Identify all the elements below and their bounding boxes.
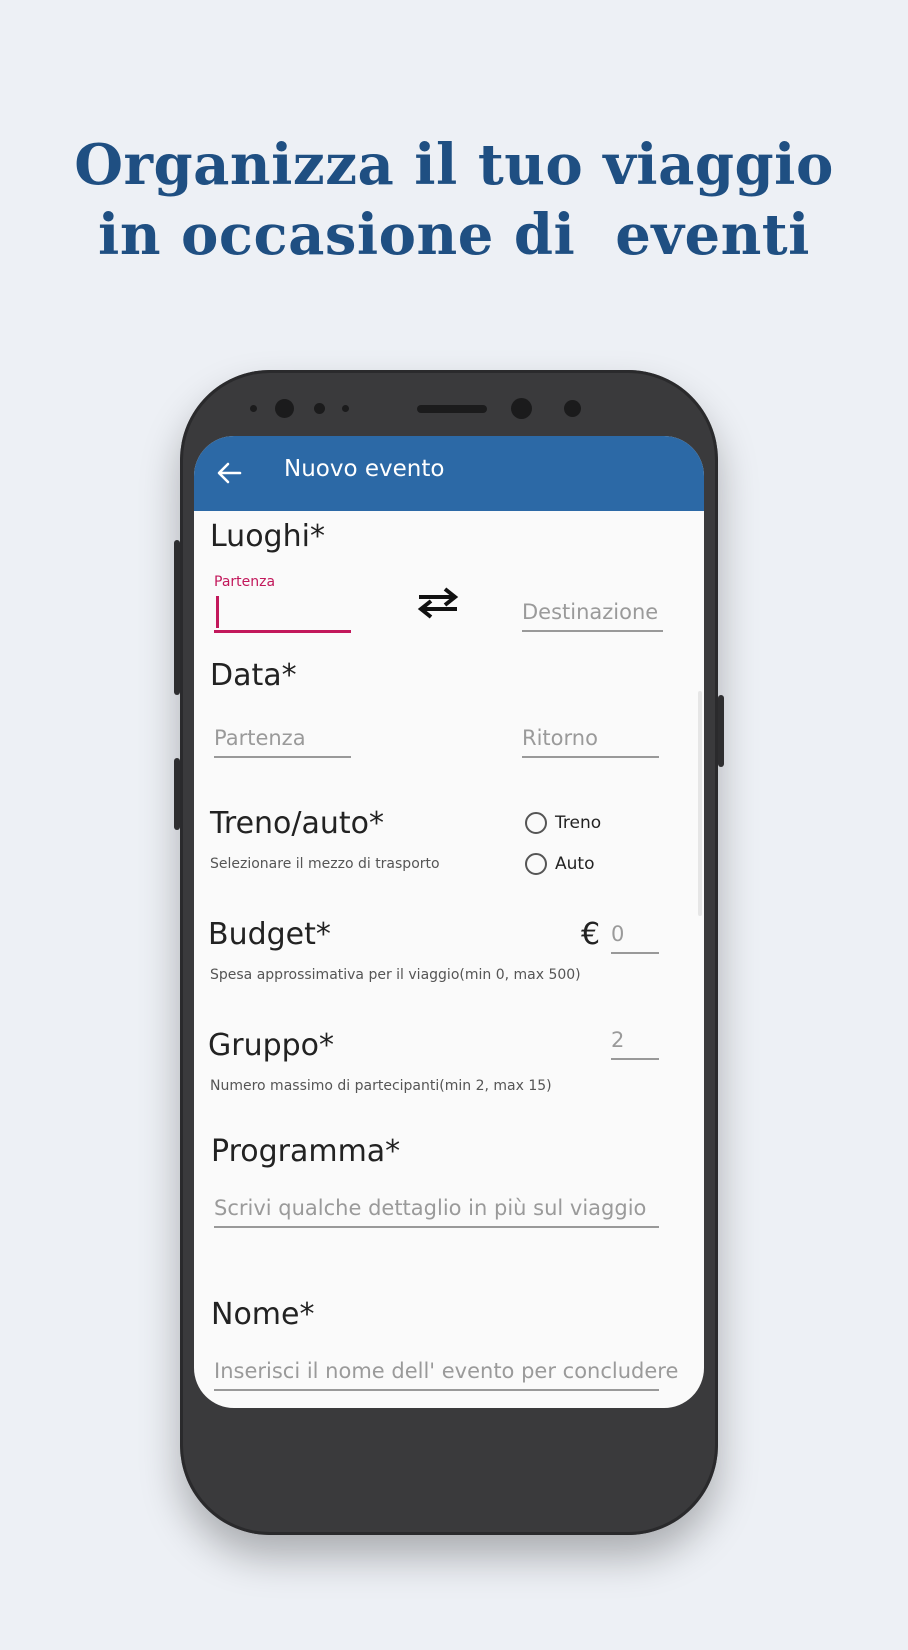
transport-hint: Selezionare il mezzo di trasporto (210, 856, 440, 872)
section-heading-data: Data* (210, 658, 297, 693)
swap-arrows-icon[interactable] (415, 584, 461, 622)
group-size-placeholder: 2 (611, 1028, 625, 1052)
group-size-input[interactable]: 2 (611, 1022, 659, 1060)
phone-sensor (250, 405, 257, 412)
section-heading-transport: Treno/auto* (210, 806, 385, 841)
departure-place-label: Partenza (214, 574, 276, 590)
return-date-placeholder: Ritorno (522, 726, 598, 750)
destination-input[interactable]: Destinazione (522, 594, 663, 632)
phone-side-button (718, 695, 724, 767)
program-placeholder: Scrivi qualche dettaglio in più sul viag… (214, 1196, 647, 1220)
phone-sensor (314, 403, 325, 414)
phone-side-button (174, 758, 180, 830)
radio-label-auto: Auto (555, 854, 595, 874)
headline-line-1: Organizza il tuo viaggio (74, 132, 834, 198)
program-input[interactable]: Scrivi qualche dettaglio in più sul viag… (214, 1190, 659, 1228)
phone-camera (511, 398, 532, 419)
phone-sensor (342, 405, 349, 412)
event-name-placeholder: Inserisci il nome dell' evento per concl… (214, 1359, 679, 1383)
destination-placeholder: Destinazione (522, 600, 659, 624)
scrollbar-thumb[interactable] (698, 691, 702, 916)
budget-placeholder: 0 (611, 922, 625, 946)
radio-button-auto[interactable] (525, 853, 547, 875)
phone-frame: Nuovo evento Luoghi* Partenza Destinazio… (174, 370, 724, 1535)
euro-currency-symbol: € (581, 917, 601, 952)
section-heading-luoghi: Luoghi* (210, 519, 325, 554)
page-title: Nuovo evento (284, 456, 445, 482)
budget-hint: Spesa approssimativa per il viaggio(min … (210, 967, 581, 983)
phone-speaker (417, 405, 487, 413)
phone-side-button (174, 540, 180, 695)
departure-date-input[interactable]: Partenza (214, 720, 351, 758)
arrow-left-icon[interactable] (216, 460, 242, 486)
departure-place-input[interactable] (214, 594, 351, 633)
app-screen: Nuovo evento Luoghi* Partenza Destinazio… (194, 436, 704, 1408)
radio-label-treno: Treno (555, 813, 602, 833)
promo-headline: Organizza il tuo viaggio in occasione di… (0, 130, 908, 270)
departure-date-placeholder: Partenza (214, 726, 306, 750)
app-bar: Nuovo evento (194, 436, 704, 511)
section-heading-nome: Nome* (211, 1297, 315, 1332)
section-heading-programma: Programma* (211, 1134, 401, 1169)
section-heading-budget: Budget* (208, 917, 331, 952)
text-cursor (216, 596, 219, 628)
budget-input[interactable]: 0 (611, 916, 659, 954)
event-name-input[interactable]: Inserisci il nome dell' evento per concl… (214, 1353, 678, 1391)
radio-button-treno[interactable] (525, 812, 547, 834)
radio-option-auto[interactable]: Auto (525, 851, 594, 877)
phone-sensor (564, 400, 581, 417)
gruppo-hint: Numero massimo di partecipanti(min 2, ma… (210, 1078, 552, 1094)
phone-camera (275, 399, 294, 418)
return-date-input[interactable]: Ritorno (522, 720, 659, 758)
section-heading-gruppo: Gruppo* (208, 1028, 335, 1063)
headline-line-2: in occasione di eventi (98, 202, 810, 268)
radio-option-treno[interactable]: Treno (525, 810, 601, 836)
